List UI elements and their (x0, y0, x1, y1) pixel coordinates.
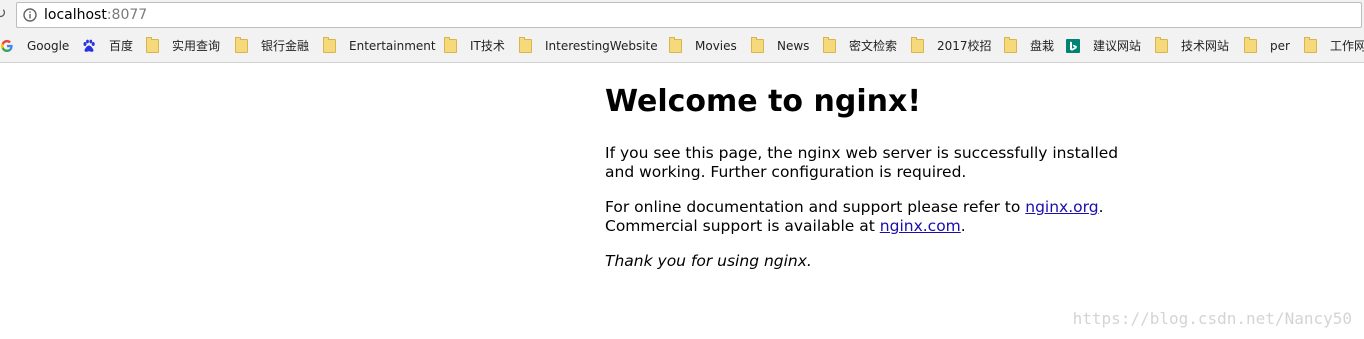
folder-icon (823, 37, 836, 53)
watermark: https://blog.csdn.net/Nancy50 (1072, 309, 1352, 328)
url-host: localhost (44, 7, 107, 23)
bookmark-label: InterestingWebsite (545, 39, 658, 53)
commercial-period: . (960, 217, 966, 235)
folder-icon (323, 37, 336, 53)
address-bar[interactable]: localhost:8077 (16, 2, 1362, 28)
bookmark-label: Entertainment (349, 39, 436, 53)
thank-you-message: Thank you for using nginx. (605, 252, 812, 270)
folder-icon (1004, 37, 1017, 53)
folder-icon (235, 37, 248, 53)
folder-icon (911, 37, 924, 53)
browser-chrome: ↻ localhost:8077 Google 百度 实用查询 银行金融 Ent… (0, 0, 1364, 63)
bookmark-label: 技术网站 (1181, 39, 1230, 53)
nginx-org-link[interactable]: nginx.org (1025, 198, 1098, 216)
folder-icon (751, 37, 764, 53)
bing-icon (1066, 39, 1080, 53)
nginx-com-link[interactable]: nginx.com (880, 217, 961, 235)
bookmark-label: 实用查询 (172, 39, 221, 53)
baidu-paw-icon (83, 39, 95, 52)
bookmark-label: 建议网站 (1093, 39, 1142, 53)
reload-icon[interactable]: ↻ (0, 5, 8, 21)
bookmark-label: IT技术 (470, 39, 505, 53)
google-icon (1, 40, 13, 52)
documentation-message: For online documentation and support ple… (605, 198, 1125, 236)
folder-icon (444, 37, 457, 53)
bookmark-label: Google (27, 39, 70, 53)
bookmark-label: 银行金融 (261, 39, 310, 53)
url-port: :8077 (106, 7, 148, 23)
url-text[interactable]: localhost:8077 (44, 7, 147, 23)
bookmark-label: 百度 (109, 39, 134, 53)
bookmark-label: 盘栽 (1030, 39, 1055, 53)
folder-icon (669, 37, 682, 53)
folder-icon (1155, 37, 1168, 53)
bookmark-label: 密文检索 (849, 39, 898, 53)
info-icon[interactable] (23, 8, 37, 22)
folder-icon (146, 37, 159, 53)
install-message: If you see this page, the nginx web serv… (605, 144, 1119, 181)
bookmark-label: 2017校招 (937, 39, 992, 53)
doc-text: For online documentation and support ple… (605, 198, 1026, 216)
bookmark-label: per (1270, 39, 1290, 53)
page-title: Welcome to nginx! (605, 84, 921, 119)
folder-icon (1304, 37, 1317, 53)
commercial-text: Commercial support is available at (605, 217, 880, 235)
nginx-welcome-content: Welcome to nginx! If you see this page, … (605, 82, 1165, 270)
bookmark-label: News (777, 39, 810, 53)
folder-icon (519, 37, 532, 53)
doc-period: . (1098, 198, 1104, 216)
folder-icon (1244, 37, 1257, 53)
bookmarks-bar: Google 百度 实用查询 银行金融 Entertainment IT技术 I… (0, 33, 1364, 59)
bookmark-label: Movies (695, 39, 737, 53)
bookmark-label: 工作网 (1330, 39, 1364, 53)
